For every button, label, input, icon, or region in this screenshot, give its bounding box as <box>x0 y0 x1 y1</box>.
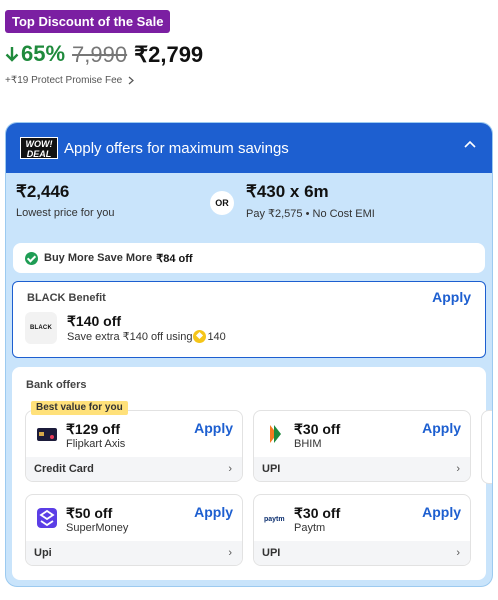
chevron-right-icon <box>128 76 135 85</box>
lowest-price-block: ₹2,446 Lowest price for you <box>16 182 114 219</box>
chevron-right-icon: › <box>228 547 232 559</box>
offers-title: Apply offers for maximum savings <box>64 139 289 157</box>
apply-button[interactable]: Apply <box>422 504 461 520</box>
bank-offer-card[interactable]: ₹129 off Flipkart Axis Apply Credit Card… <box>25 410 243 482</box>
best-value-tag: Best value for you <box>31 401 128 415</box>
card-footer[interactable]: Upi › <box>26 541 242 565</box>
protect-promise-fee-link[interactable]: +₹19 Protect Promise Fee <box>5 75 135 86</box>
chevron-up-icon <box>464 140 476 148</box>
price-row: 65% 7,990 ₹2,799 <box>5 41 203 68</box>
chevron-right-icon: › <box>228 463 232 475</box>
black-benefit-title: BLACK Benefit <box>27 292 106 304</box>
lowest-price-label: Lowest price for you <box>16 207 115 219</box>
black-benefit-card[interactable]: BLACK Benefit Apply BLACK ₹140 off Save … <box>12 281 486 358</box>
top-discount-badge: Top Discount of the Sale <box>5 10 171 33</box>
bhim-logo-icon <box>270 425 281 443</box>
or-divider: OR <box>210 191 234 215</box>
bank-offer-card[interactable]: ₹50 off SuperMoney Apply Upi › <box>25 494 243 566</box>
card-footer[interactable]: Credit Card › <box>26 457 242 481</box>
emi-value: ₹430 x 6m <box>246 182 329 201</box>
bank-offer-card[interactable]: paytm ₹30 off Paytm Apply UPI › <box>253 494 471 566</box>
protect-fee-text: +₹19 Protect Promise Fee <box>5 75 123 86</box>
chevron-right-icon: › <box>456 547 460 559</box>
discount-percent: 65% <box>5 41 65 67</box>
apply-button[interactable]: Apply <box>194 504 233 520</box>
emi-label: Pay ₹2,575 • No Cost EMI <box>246 208 375 220</box>
supercoin-icon <box>193 330 207 343</box>
chevron-right-icon: › <box>456 463 460 475</box>
final-price: ₹2,799 <box>134 42 204 67</box>
check-circle-icon <box>25 251 38 265</box>
coin-count: 140 <box>207 330 226 343</box>
buy-more-save-more-row[interactable]: Buy More Save More ₹84 off <box>13 243 485 273</box>
next-card-peek[interactable] <box>481 410 492 484</box>
credit-card-icon <box>37 428 57 441</box>
card-footer[interactable]: UPI › <box>254 457 470 481</box>
offers-header[interactable]: WOW! DEAL Apply offers for maximum savin… <box>6 123 492 173</box>
paytm-logo-icon: paytm <box>264 516 285 523</box>
supermoney-logo-icon <box>37 508 57 528</box>
apply-button[interactable]: Apply <box>422 420 461 436</box>
lowest-price-value: ₹2,446 <box>16 182 70 201</box>
black-logo-icon: BLACK <box>25 312 57 344</box>
emi-block[interactable]: ₹430 x 6m Pay ₹2,575 • No Cost EMI <box>246 182 375 220</box>
black-amount: ₹140 off <box>67 313 122 329</box>
bmsm-amount: ₹84 off <box>156 252 193 265</box>
bank-offer-card[interactable]: ₹30 off BHIM Apply UPI › <box>253 410 471 482</box>
mrp-price: 7,990 <box>72 42 128 67</box>
bmsm-label: Buy More Save More <box>44 252 153 264</box>
svg-text:paytm: paytm <box>264 516 285 523</box>
wow-deal-logo: WOW! DEAL <box>20 137 58 159</box>
bank-offers-title: Bank offers <box>26 379 87 391</box>
discount-value: 65% <box>21 41 66 66</box>
apply-button[interactable]: Apply <box>194 420 233 436</box>
card-footer[interactable]: UPI › <box>254 541 470 565</box>
black-apply-button[interactable]: Apply <box>432 289 471 305</box>
offers-panel: WOW! DEAL Apply offers for maximum savin… <box>5 122 493 587</box>
black-subtext: Save extra ₹140 off using 140 <box>67 330 226 343</box>
arrow-down-icon <box>5 47 19 62</box>
